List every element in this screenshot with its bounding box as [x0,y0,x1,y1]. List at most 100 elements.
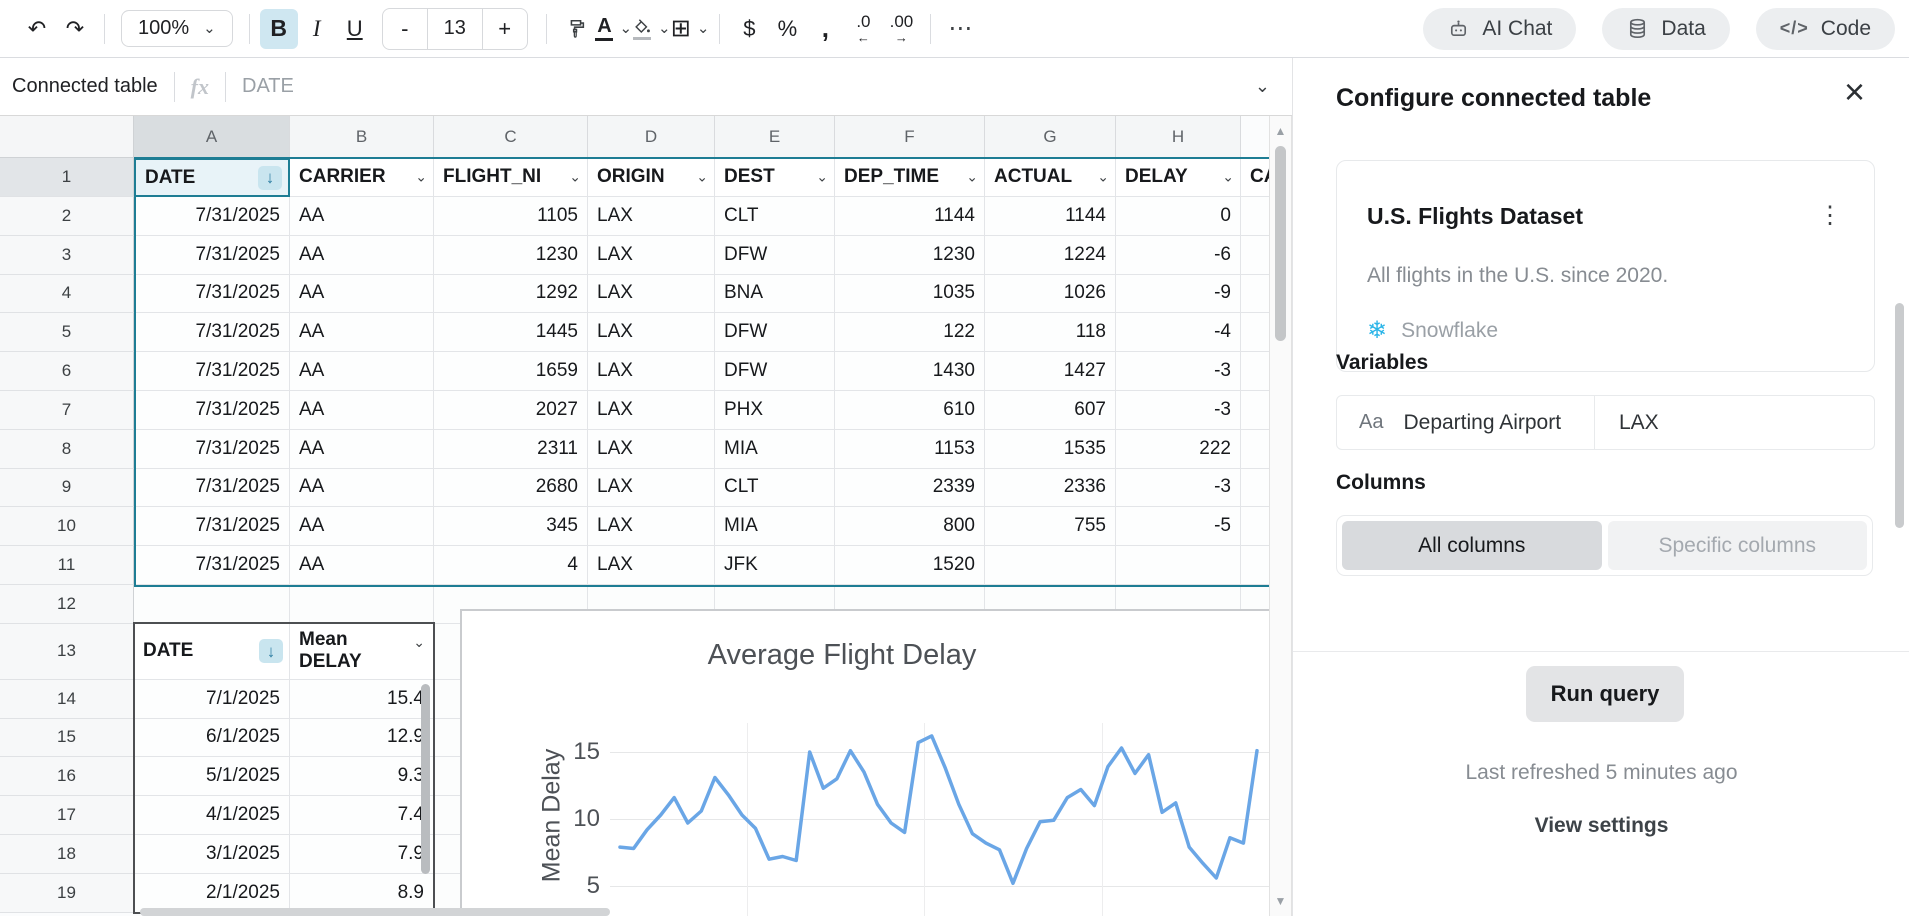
cell[interactable]: ORIGIN ⌄ [588,158,715,197]
cell[interactable]: AA [290,429,434,469]
percent-format-button[interactable]: % [768,9,806,49]
cell[interactable]: JFK [715,546,835,585]
column-menu-icon[interactable]: ⌄ [415,169,427,186]
format-paint-button[interactable] [557,9,595,49]
cell[interactable]: AA [290,391,434,430]
currency-format-button[interactable]: $ [730,9,768,49]
row-header-17[interactable]: 17 [0,796,134,835]
font-size-decrease-button[interactable]: - [383,9,427,49]
row-header-4[interactable]: 4 [0,274,134,314]
cell[interactable]: LAX [588,468,715,508]
cell[interactable]: ACTUAL ⌄ [985,158,1116,197]
cell[interactable]: PHX [715,391,835,430]
cell[interactable] [1241,546,1269,585]
cell[interactable]: AA [290,352,434,391]
cell[interactable]: 1035 [835,274,985,314]
variable-value-input[interactable]: LAX [1595,411,1874,435]
cell[interactable]: LAX [588,313,715,353]
sort-descending-icon[interactable]: ↓ [258,165,282,190]
ai-chat-button[interactable]: AI Chat [1423,7,1577,50]
column-header-E[interactable]: E [715,116,835,158]
cell[interactable]: CLT [715,468,835,508]
cell[interactable]: AA [290,313,434,353]
cell[interactable]: LAX [588,235,715,275]
row-header-10[interactable]: 10 [0,507,134,547]
formula-input[interactable]: DATE [242,75,294,98]
cell[interactable]: DEST ⌄ [715,158,835,197]
font-size-increase-button[interactable]: + [483,9,527,49]
increase-decimal-button[interactable]: .00 → [882,9,920,49]
data-button[interactable]: Data [1602,7,1730,50]
cell[interactable]: CLT [715,197,835,236]
cell[interactable]: 1535 [985,429,1116,469]
cell[interactable]: -5 [1116,507,1241,547]
row-header-12[interactable]: 12 [0,585,134,624]
cell[interactable]: AA [290,507,434,547]
cell[interactable]: LAX [588,546,715,585]
cell[interactable]: AA [290,235,434,275]
cell[interactable]: -3 [1116,468,1241,508]
row-header-5[interactable]: 5 [0,313,134,353]
cell[interactable]: LAX [588,197,715,236]
row-header-7[interactable]: 7 [0,391,134,430]
cell[interactable]: 1144 [835,197,985,236]
cell[interactable]: 7/31/2025 [134,507,290,547]
cell[interactable]: 7/31/2025 [134,313,290,353]
cell[interactable]: 1026 [985,274,1116,314]
cell[interactable]: -3 [1116,391,1241,430]
cell[interactable]: 0 [1116,197,1241,236]
column-menu-icon[interactable]: ⌄ [816,169,828,186]
row-header-3[interactable]: 3 [0,235,134,275]
code-button[interactable]: </> Code [1755,7,1895,50]
cell[interactable]: 1427 [985,352,1116,391]
all-columns-button[interactable]: All columns [1342,521,1602,570]
cell[interactable]: -6 [1116,235,1241,275]
cell[interactable] [1116,546,1241,585]
cell[interactable] [1241,468,1269,508]
column-menu-icon[interactable]: ⌄ [696,169,708,186]
cell[interactable]: AA [290,274,434,314]
cell[interactable] [1241,352,1269,391]
row-header-13[interactable]: 13 [0,623,134,680]
cell[interactable] [1241,274,1269,314]
column-menu-icon[interactable]: ⌄ [413,634,425,650]
fill-color-button[interactable]: ⌄ [633,9,671,49]
cell[interactable]: AA [290,468,434,508]
cell[interactable]: 222 [1116,429,1241,469]
cell[interactable]: AA [290,197,434,236]
cell[interactable]: 1153 [835,429,985,469]
row-header-16[interactable]: 16 [0,757,134,797]
cell[interactable]: LAX [588,507,715,547]
row-header-19[interactable]: 19 [0,873,134,913]
cell[interactable]: 607 [985,391,1116,430]
row-header-6[interactable]: 6 [0,352,134,391]
cell[interactable]: 7/1/2025 [134,679,290,719]
cell[interactable]: 6/1/2025 [134,718,290,758]
cell[interactable]: 800 [835,507,985,547]
cell[interactable]: 2336 [985,468,1116,508]
column-header-F[interactable]: F [835,116,985,158]
cell[interactable]: 1659 [434,352,588,391]
row-header-14[interactable]: 14 [0,679,134,719]
formula-bar-expand-icon[interactable]: ⌄ [1255,76,1270,97]
cell[interactable]: 7.9 [290,835,434,874]
undo-button[interactable]: ↶ [18,9,56,49]
cell[interactable]: 345 [434,507,588,547]
cell[interactable]: 5/1/2025 [134,757,290,797]
cell[interactable]: DATE ↓ [134,623,290,680]
cell[interactable]: 4/1/2025 [134,796,290,835]
row-header-2[interactable]: 2 [0,197,134,236]
cell[interactable]: DATE ↓ [134,158,290,197]
cell[interactable]: 2/1/2025 [134,873,290,913]
cell[interactable]: -3 [1116,352,1241,391]
thousands-format-button[interactable]: , [806,9,844,49]
cell[interactable]: 1445 [434,313,588,353]
bold-button[interactable]: B [259,8,298,49]
cell[interactable] [1241,429,1269,469]
spreadsheet-grid[interactable]: ABCDEFGH 1 2 3 4 5 6 7 8 9 10 11 12 13 14 15 16 17 18 19 D… [0,116,1269,916]
underline-button[interactable]: U [336,9,374,49]
scroll-up-icon[interactable]: ▲ [1270,124,1291,138]
cell[interactable]: 7.4 [290,796,434,835]
cell[interactable]: 2027 [434,391,588,430]
cell[interactable]: 1520 [835,546,985,585]
